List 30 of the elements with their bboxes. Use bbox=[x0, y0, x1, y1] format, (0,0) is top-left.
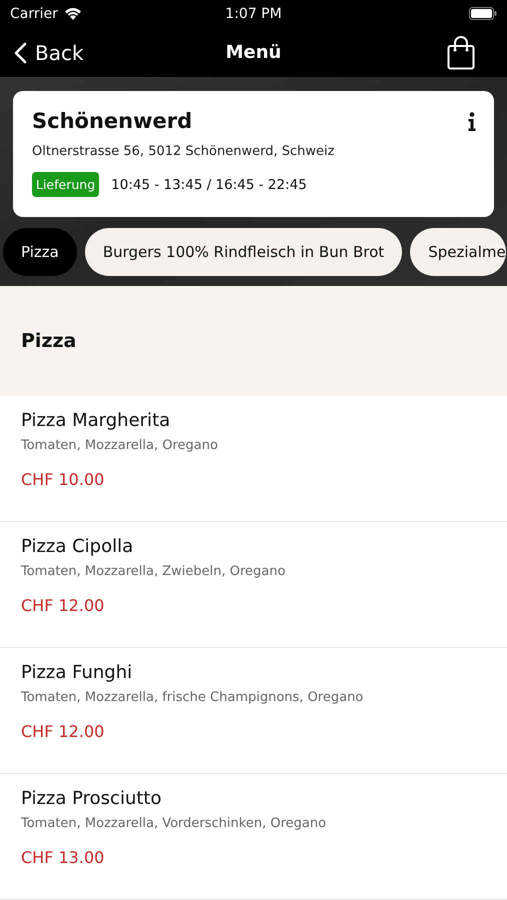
back-button[interactable]: Back bbox=[14, 40, 84, 65]
item-name[interactable]: Pizza Funghi bbox=[21, 662, 486, 683]
chevron-left-icon bbox=[14, 42, 27, 64]
status-time: 1:07 PM bbox=[225, 6, 282, 22]
item-description: Tomaten, Mozzarella, Vorderschinken, Oregano bbox=[21, 816, 328, 831]
wifi-icon bbox=[64, 7, 82, 20]
item-price: CHF 12.00 bbox=[21, 596, 106, 615]
item-description: Tomaten, Mozzarella, Zwiebeln, Oregano bbox=[21, 564, 286, 579]
info-icon[interactable] bbox=[468, 112, 476, 131]
section-title: Pizza bbox=[21, 330, 76, 352]
delivery-badge: Lieferung bbox=[32, 172, 100, 198]
item-description: Tomaten, Mozzarella, Oregano bbox=[21, 438, 219, 453]
item-price: CHF 10.00 bbox=[21, 470, 106, 489]
item-price: CHF 12.00 bbox=[21, 722, 106, 741]
shopping-bag-icon bbox=[447, 36, 475, 70]
category-tab[interactable]: Spezialme bbox=[410, 228, 506, 276]
opening-hours: 10:45 - 13:45 / 16:45 - 22:45 bbox=[111, 176, 307, 193]
item-price: CHF 13.00 bbox=[21, 848, 106, 867]
item-name[interactable]: Pizza Margherita bbox=[21, 410, 486, 431]
battery-icon bbox=[469, 7, 497, 20]
category-tab[interactable]: Burgers 100% Rindfleisch in Bun Brot bbox=[84, 228, 402, 276]
shopping-bag-button[interactable] bbox=[447, 36, 475, 70]
item-name[interactable]: Pizza Cipolla bbox=[21, 536, 486, 557]
store-name: Schönenwerd bbox=[32, 109, 192, 134]
screen-title: Menü bbox=[226, 42, 282, 64]
store-address: Oltnerstrasse 56, 5012 Schönenwerd, Schweiz bbox=[32, 144, 336, 160]
item-name[interactable]: Pizza Prosciutto bbox=[21, 788, 486, 809]
carrier-label: Carrier bbox=[10, 6, 58, 22]
category-tab[interactable]: Pizza bbox=[3, 228, 77, 276]
item-description: Tomaten, Mozzarella, frische Champignons, Oregano bbox=[21, 690, 364, 705]
